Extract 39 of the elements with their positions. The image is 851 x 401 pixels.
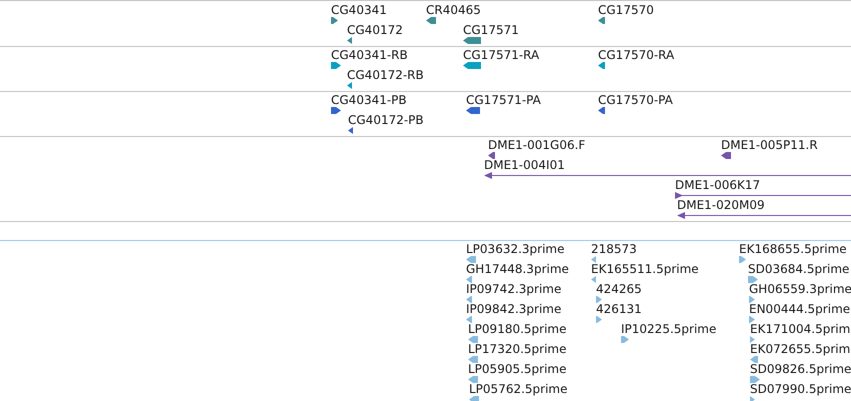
feature-label: EK165511.5prime bbox=[591, 262, 699, 276]
feature-label: 426131 bbox=[596, 302, 642, 316]
feature-label: CG40172-RB bbox=[347, 68, 424, 82]
feature-label: CG17571 bbox=[463, 23, 519, 37]
feature-label: EK072655.5prim bbox=[750, 342, 850, 356]
feature-label: CG40172 bbox=[347, 23, 403, 37]
feature-label: GH17448.3prime bbox=[466, 262, 569, 276]
feature-label: CG17570-RA bbox=[598, 48, 674, 62]
feature-label: SD09826.5prime bbox=[750, 362, 851, 376]
feature-label: EN00444.5prime bbox=[749, 302, 850, 316]
feature-label: LP17320.5prime bbox=[468, 342, 567, 356]
feature-label: DME1-020M09 bbox=[677, 198, 765, 212]
feature-label: CG40172-PB bbox=[348, 113, 424, 127]
feature-label: SD07990.5prime bbox=[750, 382, 851, 396]
feature-label: 424265 bbox=[596, 282, 642, 296]
feature-label: CG40341-RB bbox=[331, 48, 408, 62]
feature-label: LP03632.3prime bbox=[466, 242, 565, 256]
feature-label: CR40465 bbox=[426, 3, 481, 17]
feature-label: LP05905.5prime bbox=[468, 362, 567, 376]
feature-label: IP10225.5prime bbox=[621, 322, 716, 336]
feature-label: DME1-001G06.F bbox=[488, 138, 586, 152]
feature-label: IP09842.3prime bbox=[466, 302, 562, 316]
feature-label: SD03684.5prime bbox=[748, 262, 850, 276]
feature-label: CG17571-PA bbox=[466, 93, 541, 107]
feature-label: DME1-004I01 bbox=[484, 158, 565, 172]
feature-label: 218573 bbox=[591, 242, 637, 256]
feature-label: LP09180.5prime bbox=[468, 322, 567, 336]
feature-label: CG40341 bbox=[331, 3, 387, 17]
feature-label: CG17570 bbox=[598, 3, 654, 17]
feature-label: DME1-005P11.R bbox=[721, 138, 818, 152]
feature-label: CG17570-PA bbox=[598, 93, 673, 107]
feature-label: CG17571-RA bbox=[463, 48, 540, 62]
feature-label: CG40341-PB bbox=[331, 93, 407, 107]
feature-label: IP09742.3prime bbox=[466, 282, 562, 296]
feature-label: DME1-006K17 bbox=[675, 178, 760, 192]
feature-label: EK168655.5prime bbox=[739, 242, 847, 256]
feature-label: GH06559.3prime bbox=[749, 282, 851, 296]
feature-label: EK171004.5prim bbox=[750, 322, 850, 336]
feature-label: LP05762.5prime bbox=[469, 382, 568, 396]
